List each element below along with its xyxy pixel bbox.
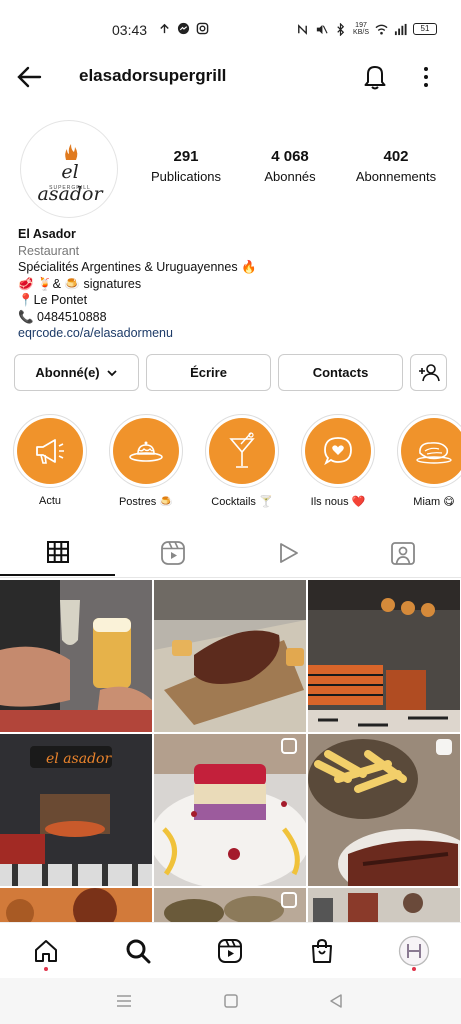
sync-icon xyxy=(160,23,169,34)
add-person-icon xyxy=(418,363,440,381)
post-beer-toast[interactable] xyxy=(0,580,152,732)
wifi-icon xyxy=(375,24,388,35)
bio-line-location: 📍Le Pontet xyxy=(18,293,88,307)
messenger-icon xyxy=(177,22,190,35)
meat-icon xyxy=(416,442,452,464)
post-restaurant-bar[interactable] xyxy=(308,580,460,732)
highlight-postres[interactable]: Postres 🍮 xyxy=(106,414,186,508)
signal-icon xyxy=(394,23,407,35)
tab-tagged[interactable] xyxy=(345,530,460,576)
megaphone-icon xyxy=(36,439,64,464)
bio-link[interactable]: eqrcode.co/a/elasadormenu xyxy=(18,325,438,342)
instagram-status-icon xyxy=(196,22,209,35)
flame-logo-icon xyxy=(65,144,78,160)
post-fries-and-meat[interactable] xyxy=(308,734,460,886)
reels-icon xyxy=(218,939,242,963)
dessert-icon xyxy=(129,441,163,462)
shopping-bag-icon xyxy=(312,938,332,963)
tab-reels[interactable] xyxy=(115,530,230,576)
back-arrow-icon[interactable] xyxy=(14,62,46,92)
tab-posts-grid[interactable] xyxy=(0,530,115,576)
home-icon xyxy=(35,940,57,962)
tagged-person-icon xyxy=(390,542,415,565)
bottom-navigation xyxy=(0,922,461,978)
back-triangle-icon[interactable] xyxy=(328,993,344,1009)
recent-apps-icon[interactable] xyxy=(116,994,132,1008)
stat-following[interactable]: 402 Abonnements xyxy=(348,148,444,184)
svg-text:el asador: el asador xyxy=(46,751,112,767)
profile-stats: 291 Publications 4 068 Abonnés 402 Abonn… xyxy=(140,148,450,188)
highlight-miam[interactable]: Miam 😋 xyxy=(394,414,461,508)
highlight-actu[interactable]: Actu xyxy=(10,414,90,507)
post-food-dish[interactable] xyxy=(154,888,306,922)
nav-reels[interactable] xyxy=(212,933,248,969)
following-button[interactable]: Abonné(e) xyxy=(14,354,139,391)
grid-icon xyxy=(46,541,69,563)
bluetooth-icon xyxy=(337,22,345,36)
profile-avatar-icon xyxy=(398,935,430,967)
notification-dot xyxy=(44,967,48,971)
post-dessert-plate[interactable] xyxy=(154,734,306,886)
profile-username: elasadorsupergrill xyxy=(79,66,227,85)
bio-line-signatures: 🥩 🍹& 🍮 signatures xyxy=(18,276,142,291)
nav-profile[interactable] xyxy=(396,933,432,971)
post-restaurant-interior[interactable]: el asador xyxy=(0,734,152,886)
search-icon xyxy=(126,939,151,964)
heart-bubble-icon xyxy=(324,437,352,466)
nav-shop[interactable] xyxy=(304,933,340,969)
notification-dot xyxy=(412,967,416,971)
logo-wordmark: el asador xyxy=(37,161,103,205)
profile-bio: El Asador Restaurant Spécialités Argenti… xyxy=(18,226,438,342)
net-speed: 197 KB/S xyxy=(353,22,369,36)
nav-search[interactable] xyxy=(120,933,156,969)
play-icon xyxy=(279,543,298,563)
battery-icon: 51 xyxy=(413,23,437,35)
tab-videos[interactable] xyxy=(230,530,345,576)
bio-line-specialties: Spécialités Argentines & Uruguayennes 🔥 xyxy=(18,260,257,274)
posts-grid: el asador xyxy=(0,580,461,922)
chevron-down-icon xyxy=(107,369,117,376)
profile-avatar[interactable]: el asador SUPERGRILL xyxy=(20,120,118,218)
notification-bell-icon[interactable] xyxy=(360,60,390,92)
mute-icon xyxy=(316,24,328,34)
story-highlights: Actu Postres 🍮 Cocktails 🍸 Ils nous ❤️ M… xyxy=(0,414,461,514)
more-options-icon[interactable] xyxy=(416,64,436,90)
stat-followers[interactable]: 4 068 Abonnés xyxy=(244,148,336,184)
highlight-ils-nous[interactable]: Ils nous ❤️ xyxy=(298,414,378,508)
cocktail-icon xyxy=(229,432,255,468)
status-time: 03:43 xyxy=(112,22,148,38)
contacts-button[interactable]: Contacts xyxy=(278,354,403,391)
suggested-users-button[interactable] xyxy=(410,354,447,391)
stat-publications[interactable]: 291 Publications xyxy=(140,148,232,184)
post-bar-people[interactable] xyxy=(308,888,460,922)
profile-tabs xyxy=(0,530,461,578)
profile-category: Restaurant xyxy=(18,243,80,258)
nfc-icon xyxy=(298,23,307,35)
home-square-icon[interactable] xyxy=(223,993,239,1009)
logo-subtitle: SUPERGRILL xyxy=(49,185,91,191)
system-navigation-bar xyxy=(0,978,461,1024)
post-steak-board[interactable] xyxy=(154,580,306,732)
profile-header: elasadorsupergrill xyxy=(0,56,461,96)
status-bar: 03:43 197 KB/S 51 xyxy=(0,0,461,56)
profile-name: El Asador xyxy=(18,227,76,241)
highlight-cocktails[interactable]: Cocktails 🍸 xyxy=(202,414,282,508)
message-button[interactable]: Écrire xyxy=(146,354,271,391)
reels-icon xyxy=(160,541,185,565)
bio-line-phone: 📞 0484510888 xyxy=(18,309,107,324)
profile-actions: Abonné(e) Écrire Contacts xyxy=(14,354,450,392)
post-fried-food[interactable] xyxy=(0,888,152,922)
nav-home[interactable] xyxy=(28,933,64,971)
